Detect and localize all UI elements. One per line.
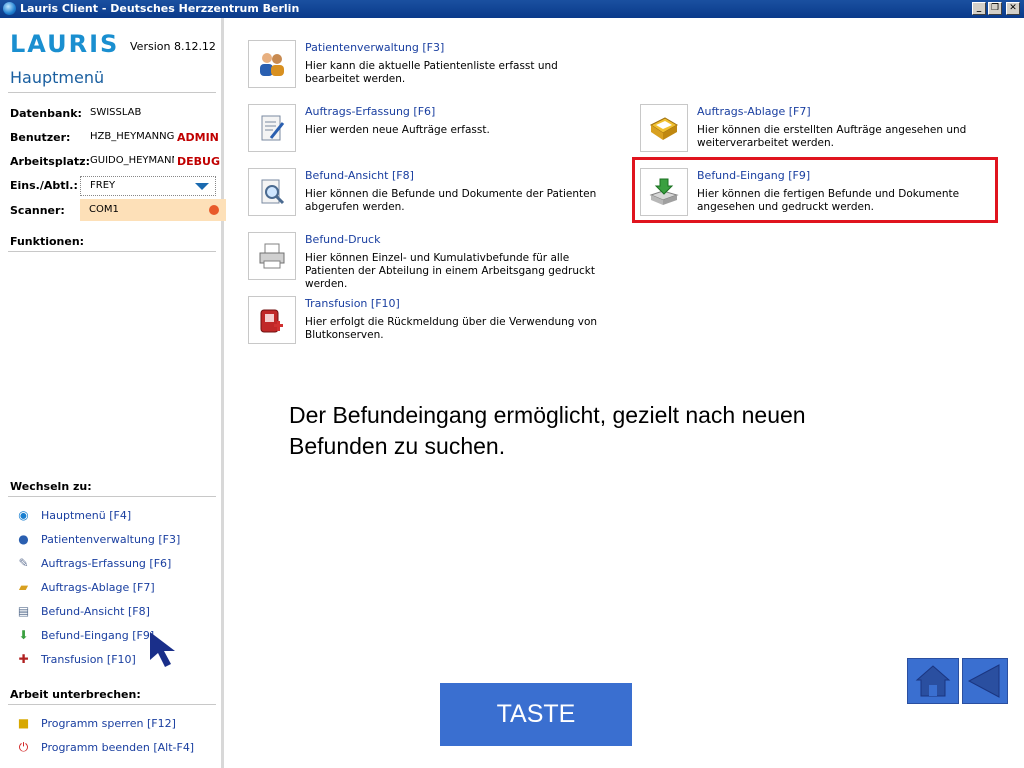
nav-label: Patientenverwaltung [F3] xyxy=(41,533,181,546)
power-icon: ⏻ xyxy=(18,740,29,754)
highlight-frame xyxy=(632,157,998,223)
datenbank-row: Datenbank: SWISSLAB xyxy=(10,104,216,124)
tile-description: Hier erfolgt die Rückmeldung über die Ve… xyxy=(305,316,598,341)
tile-description: Hier kann die aktuelle Patientenliste er… xyxy=(305,60,558,85)
tile-title[interactable]: Befund-Ansicht [F8] xyxy=(305,169,414,182)
minimize-button[interactable]: _ xyxy=(972,2,986,15)
scanner-field[interactable]: COM1 xyxy=(80,199,226,221)
nav-label: Auftrags-Erfassung [F6] xyxy=(41,557,172,570)
taste-button[interactable]: TASTE xyxy=(440,683,632,746)
eins-row: Eins./Abtl.: FREY xyxy=(10,176,216,196)
divider xyxy=(8,251,216,252)
divider xyxy=(8,704,216,705)
chevron-down-icon[interactable] xyxy=(195,183,209,190)
order-tray-icon: ▰ xyxy=(18,580,29,594)
order-entry-icon: ✎ xyxy=(18,556,29,570)
tile-title[interactable]: Befund-Druck xyxy=(305,233,380,246)
back-button[interactable] xyxy=(962,658,1008,704)
datenbank-value: SWISSLAB xyxy=(90,107,142,118)
caption-text: Der Befundeingang ermöglicht, gezielt na… xyxy=(289,402,806,459)
nav-hauptmenu[interactable]: ◉ Hauptmenü [F4] xyxy=(16,507,216,525)
nav-label: Hauptmenü [F4] xyxy=(41,509,132,522)
order-entry-icon xyxy=(261,115,285,141)
programm-beenden-button[interactable]: ⏻ Programm beenden [Alt-F4] xyxy=(16,739,216,757)
tile-description: Hier können die erstellten Aufträge ange… xyxy=(697,124,967,149)
tile-title[interactable]: Transfusion [F10] xyxy=(305,297,400,310)
transfusion-icon-box[interactable] xyxy=(248,296,296,344)
tile-description: Hier können Einzel- und Kumulativbefunde… xyxy=(305,252,595,290)
nav-label: Befund-Ansicht [F8] xyxy=(41,605,150,618)
back-arrow-icon xyxy=(967,664,1000,698)
sidebar: LAURIS Version 8.12.12 Hauptmenü Datenba… xyxy=(0,18,226,768)
tile-description: Hier können die Befunde und Dokumente de… xyxy=(305,188,597,213)
tile-title[interactable]: Auftrags-Ablage [F7] xyxy=(697,105,811,118)
status-dot-icon xyxy=(209,205,219,215)
nav-transfusion[interactable]: ✚ Transfusion [F10] xyxy=(16,651,216,669)
home-globe-icon: ◉ xyxy=(18,508,29,522)
arbeitsplatz-value: GUIDO_HEYMANN xyxy=(90,155,174,166)
benutzer-value: HZB_HEYMANNG xyxy=(90,131,174,142)
scanner-label: Scanner: xyxy=(10,204,65,217)
divider xyxy=(8,496,216,497)
action-label: Programm beenden [Alt-F4] xyxy=(41,741,195,754)
order-tray-icon-box[interactable] xyxy=(640,104,688,152)
programm-sperren-button[interactable]: ■ Programm sperren [F12] xyxy=(16,715,216,733)
home-button[interactable] xyxy=(907,658,959,704)
unterbrechen-heading: Arbeit unterbrechen: xyxy=(10,688,141,701)
mouse-cursor-icon xyxy=(150,632,175,667)
report-view-icon xyxy=(261,179,285,205)
nav-auftrags-ablage[interactable]: ▰ Auftrags-Ablage [F7] xyxy=(16,579,216,597)
nav-label: Auftrags-Ablage [F7] xyxy=(41,581,155,594)
page-title: Hauptmenü xyxy=(10,68,105,87)
restore-button[interactable]: ❐ xyxy=(988,2,1002,15)
nav-label: Befund-Eingang [F9] xyxy=(41,629,155,642)
benutzer-label: Benutzer: xyxy=(10,131,71,144)
tile-title[interactable]: Patientenverwaltung [F3] xyxy=(305,41,444,54)
divider xyxy=(8,92,216,93)
patient-icon xyxy=(260,53,284,76)
window-title: Lauris Client - Deutsches Herzzentrum Be… xyxy=(20,2,300,15)
patient-icon-box[interactable] xyxy=(248,40,296,88)
version-label: Version 8.12.12 xyxy=(130,40,216,53)
scanner-row: Scanner: COM1 xyxy=(10,199,226,221)
eins-value: FREY xyxy=(90,180,116,191)
funktionen-heading: Funktionen: xyxy=(10,235,85,248)
order-tray-icon xyxy=(650,117,678,140)
title-bar: Lauris Client - Deutsches Herzzentrum Be… xyxy=(0,0,1024,18)
patient-icon: ● xyxy=(18,532,29,546)
benutzer-row: Benutzer: HZB_HEYMANNG ADMIN xyxy=(10,128,219,148)
report-view-icon-box[interactable] xyxy=(248,168,296,216)
tile-description: Hier werden neue Aufträge erfasst. xyxy=(305,124,490,136)
scanner-value: COM1 xyxy=(89,204,119,215)
printer-icon xyxy=(259,243,285,269)
nav-befund-eingang[interactable]: ⬇ Befund-Eingang [F9] xyxy=(16,627,216,645)
nav-label: Transfusion [F10] xyxy=(41,653,136,666)
nav-auftrags-erfassung[interactable]: ✎ Auftrags-Erfassung [F6] xyxy=(16,555,216,573)
report-view-icon: ▤ xyxy=(17,604,30,618)
home-icon xyxy=(915,665,951,697)
datenbank-label: Datenbank: xyxy=(10,107,82,120)
printer-icon-box[interactable] xyxy=(248,232,296,280)
eins-dropdown[interactable]: FREY xyxy=(80,176,216,196)
app-globe-icon xyxy=(3,2,16,15)
order-entry-icon-box[interactable] xyxy=(248,104,296,152)
action-label: Programm sperren [F12] xyxy=(41,717,176,730)
arbeitsplatz-label: Arbeitsplatz: xyxy=(10,155,90,168)
wechseln-heading: Wechseln zu: xyxy=(10,480,92,493)
lauris-logo: LAURIS xyxy=(10,30,120,58)
report-inbox-icon: ⬇ xyxy=(18,628,29,642)
tile-title[interactable]: Auftrags-Erfassung [F6] xyxy=(305,105,435,118)
eins-label: Eins./Abtl.: xyxy=(10,179,78,192)
lock-icon: ■ xyxy=(17,716,30,730)
debug-badge: DEBUG xyxy=(177,155,220,168)
nav-patientenverwaltung[interactable]: ● Patientenverwaltung [F3] xyxy=(16,531,216,549)
arbeitsplatz-row: Arbeitsplatz: GUIDO_HEYMANN DEBUG xyxy=(10,152,220,172)
admin-badge: ADMIN xyxy=(177,131,219,144)
transfusion-icon: ✚ xyxy=(18,652,29,666)
nav-befund-ansicht[interactable]: ▤ Befund-Ansicht [F8] xyxy=(16,603,216,621)
close-button[interactable]: ✕ xyxy=(1006,2,1020,15)
transfusion-icon xyxy=(260,309,283,333)
